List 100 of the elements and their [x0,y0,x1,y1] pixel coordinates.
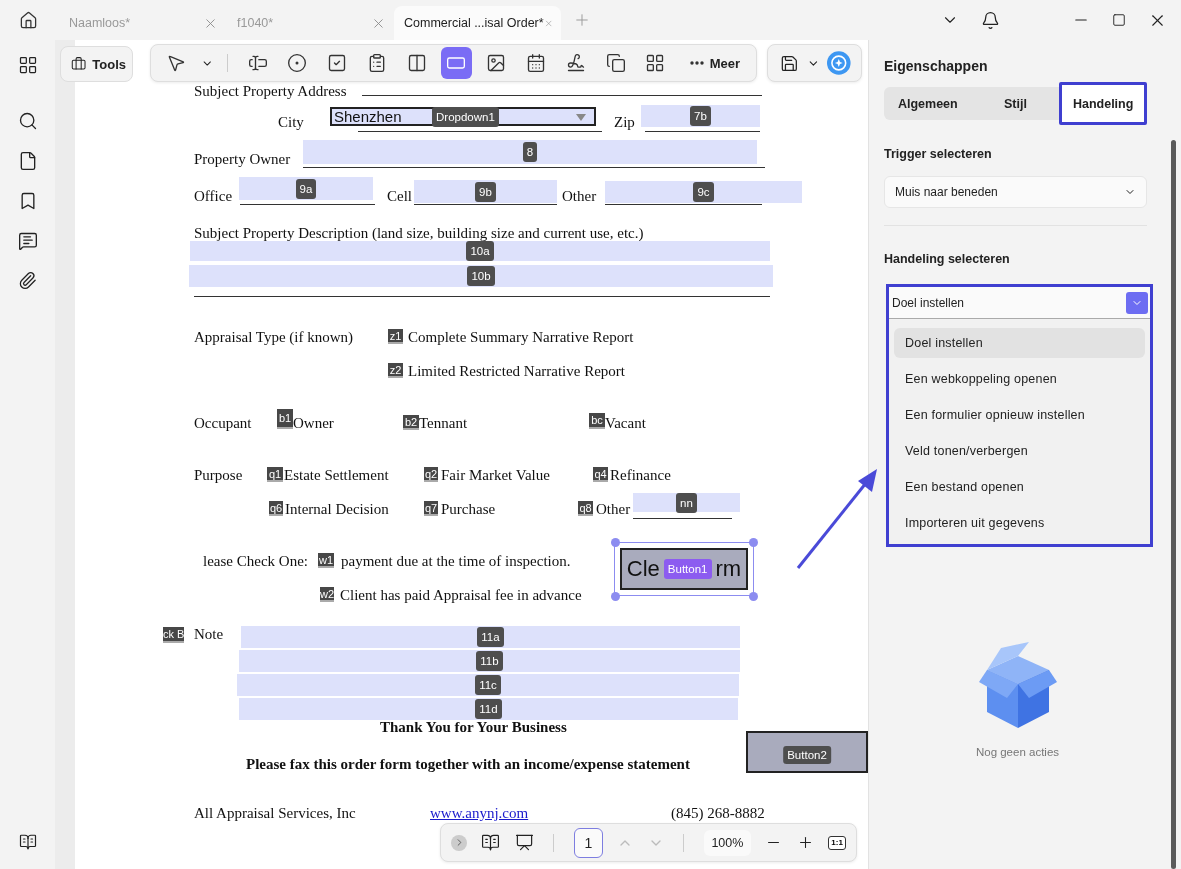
form-field[interactable]: 9a [239,177,373,200]
form-text: Note [194,625,224,643]
columns-icon [406,53,427,73]
form-field[interactable]: 11c [237,674,739,696]
checkbox-tag[interactable]: z2 [388,363,403,378]
radio-icon [287,53,308,73]
field-tag: nn [676,492,697,513]
checkbox-tag[interactable]: q2 [424,467,438,482]
reader-icon[interactable] [18,833,37,851]
menu-option[interactable]: Importeren uit gegevens [894,508,1145,538]
checkbox-tag[interactable]: bc [589,413,605,429]
save-icon[interactable] [780,53,799,73]
resize-handle[interactable] [749,592,758,601]
assistant-icon[interactable] [827,51,851,75]
checkbox-tag[interactable]: b2 [403,415,419,430]
checkbox-tag[interactable]: q7 [424,501,438,516]
action-label: Handeling selecteren [884,252,1011,266]
panel-tab[interactable]: Stijl [971,87,1060,120]
form-field[interactable]: 11b [239,650,740,672]
resize-handle[interactable] [749,538,758,547]
form-text: Appraisal Type (if known) [194,328,354,346]
form-field[interactable]: 10a [190,241,770,261]
form-text: Estate Settlement [284,466,389,484]
checkbox-tag[interactable]: w2 [320,587,335,602]
grid-icon [645,53,666,73]
resize-handle[interactable] [611,592,620,601]
toolbox-icon [71,55,87,73]
action-select[interactable]: Doel instellen [889,287,1150,319]
form-text: Complete Summary Narrative Report [408,328,634,346]
menu-option[interactable]: Een bestand openen [894,472,1145,502]
grid-icon[interactable] [17,55,38,75]
form-text: Vacant [605,414,646,432]
menu-option[interactable]: Een formulier opnieuw instellen [894,400,1145,430]
menu-option[interactable]: Veld tonen/verbergen [894,436,1145,466]
panel-tab[interactable]: Algemeen [884,87,972,120]
bell-icon[interactable] [981,10,1000,30]
two-page-icon[interactable] [481,833,501,852]
field-tag: 9a [295,178,317,199]
button-tag: Button1 [663,559,712,579]
heading-text: Thank You for Your Business [380,718,567,736]
menu-option[interactable]: Doel instellen [894,328,1145,358]
form-field[interactable]: 8 [303,140,757,164]
dropdown-field[interactable]: Shenzhen Dropdown1 [330,107,596,126]
presentation-icon[interactable] [514,833,534,852]
form-text: Office [194,187,233,205]
maximize-icon[interactable] [1112,13,1126,27]
heading-text: Please fax this order form together with an income/expense statement [246,755,690,773]
trigger-select[interactable]: Muis naar beneden [884,176,1147,208]
search-icon[interactable] [17,111,38,131]
copy-icon [605,53,626,73]
menu-option[interactable]: Een webkoppeling openen [894,364,1145,394]
checkbox-tag[interactable]: q8 [578,501,593,516]
website-link[interactable]: www.anynj.com [430,804,529,822]
button-label: Cle [626,556,660,582]
document-tab[interactable]: Commercial ...isal Order* [394,6,561,40]
field-tag: 11c [475,675,501,695]
field-tag: 10b [467,266,495,286]
comment-icon[interactable] [17,231,38,251]
form-text: lease Check One: [203,552,308,570]
more-button[interactable]: Meer [679,55,750,71]
form-text: Zip [614,113,635,131]
form-text: Refinance [610,466,671,484]
form-field[interactable]: 7b [641,105,760,127]
page-number-field[interactable]: 1 [573,827,603,858]
form-button[interactable]: Button2 [746,731,868,773]
paperclip-icon[interactable] [18,271,37,290]
tools-button[interactable]: Tools [60,46,133,82]
button-label: rm [715,556,742,582]
checkbox-tag[interactable]: b1 [277,409,293,429]
field-tag: 8 [522,142,538,162]
field-tag: 9c [693,182,714,202]
actual-size-button[interactable]: 1:1 [828,835,846,850]
checkbox-tag[interactable]: w1 [318,553,334,568]
form-field[interactable]: 11d [239,698,738,720]
field-tag: 11b [476,651,503,671]
form-field[interactable]: 9b [414,180,557,203]
form-text: Subject Property Address [194,82,347,100]
form-text: Other [562,187,597,205]
scrollbar[interactable] [1171,140,1176,869]
panel-tab[interactable]: Handeling [1059,82,1147,125]
checkbox-tag[interactable]: q6 [269,501,283,516]
field-tag: 7b [690,106,711,126]
checkbox-tag[interactable]: z1 [388,329,403,344]
form-field[interactable]: 9c [605,181,802,203]
form-text: Owner [293,414,334,432]
image-icon [486,53,507,73]
dropdown-button[interactable] [1126,291,1148,314]
signature-icon [565,53,586,73]
form-field[interactable]: nn [633,493,740,512]
checkbox-tag[interactable]: q1 [267,467,283,482]
form-field[interactable]: 11a [241,626,740,648]
field-tag: Dropdown1 [432,106,499,127]
checkbox-tag[interactable]: ck B [163,627,185,643]
form-text: (845) 268-8882 [671,804,765,822]
panel-title: Eigenschappen [884,58,989,74]
form-field[interactable]: 10b [189,265,773,287]
checkbox-tag[interactable]: q4 [593,467,608,482]
resize-handle[interactable] [611,538,620,547]
zoom-field[interactable]: 100% [703,829,751,856]
ellipsis-icon [689,61,704,65]
